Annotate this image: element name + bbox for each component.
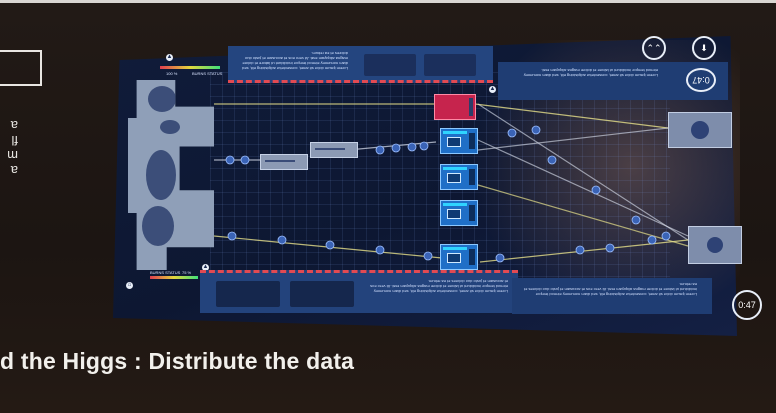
dock-text: Lorem ipsum dolor sit amet, consectetur … <box>370 279 508 294</box>
packet <box>391 143 401 153</box>
processor-2[interactable] <box>440 164 478 190</box>
node-bars <box>315 148 345 150</box>
status-bar-bottom <box>150 276 198 279</box>
packet <box>277 235 287 245</box>
packet <box>419 141 429 151</box>
status-label-top: BURNS STATUS <box>192 71 223 76</box>
info-panel: Lorem ipsum dolor sit amet, consectetur … <box>512 278 712 314</box>
double-chevron-icon[interactable]: ⌃⌃ <box>642 36 666 60</box>
status-label-bottom: BURNS STATUS <box>150 270 181 275</box>
top-slot-1[interactable] <box>364 54 416 76</box>
data-cluster <box>148 86 176 112</box>
caption-text: d the Higgs : Distribute the data <box>0 348 355 374</box>
packet <box>575 245 585 255</box>
destination-disc <box>707 237 723 253</box>
truck-icon <box>447 173 461 183</box>
trigger-node[interactable] <box>434 94 476 120</box>
link-proc-dest-3 <box>477 103 689 241</box>
truck-icon <box>447 137 461 147</box>
node-bars <box>265 160 295 162</box>
right-top-panel: Lorem ipsum dolor sit amet, consectetur … <box>498 62 728 100</box>
bottom-dock: Lorem ipsum dolor sit amet, consectetur … <box>200 270 518 313</box>
packet <box>225 155 235 165</box>
packet <box>227 231 237 241</box>
packet <box>375 245 385 255</box>
dock-slot-2[interactable] <box>290 281 354 307</box>
packet <box>591 185 601 195</box>
destination-bottom[interactable] <box>688 226 742 264</box>
photo-background: a m fl a Lorem ipsum dolor sit amet, con… <box>0 0 776 413</box>
packet <box>407 142 417 152</box>
filter-node-2[interactable] <box>310 142 358 158</box>
top-slot-2[interactable] <box>424 54 476 76</box>
timer-bottom: 0:47 <box>732 290 762 320</box>
link-proc-dest-1 <box>477 139 689 237</box>
packet <box>507 128 517 138</box>
truck-icon <box>447 209 461 219</box>
truck-icon <box>447 253 461 263</box>
packet <box>631 215 641 225</box>
info-text: Lorem ipsum dolor sit amet, consectetur … <box>524 282 697 297</box>
timer-top: 0:47 <box>686 68 716 92</box>
top-panel: Lorem ipsum dolor sit amet, consectetur … <box>228 46 493 83</box>
detector-top-toggle[interactable]: ▲ <box>166 54 173 61</box>
home-icon[interactable]: ⌂ <box>126 282 133 289</box>
node-led <box>469 98 473 116</box>
packet <box>375 145 385 155</box>
processor-4[interactable] <box>440 244 478 270</box>
packet <box>240 155 250 165</box>
top-panel-toggle[interactable]: ▲ <box>489 86 496 93</box>
packet <box>647 235 657 245</box>
destination-top[interactable] <box>668 112 732 148</box>
data-cluster <box>146 150 176 200</box>
status-percent-top: 100 % <box>166 71 178 76</box>
top-panel-text: Lorem ipsum dolor sit amet, consectetur … <box>242 51 348 71</box>
processor-1[interactable] <box>440 128 478 154</box>
packet <box>605 243 615 253</box>
packet <box>423 251 433 261</box>
packet <box>325 240 335 250</box>
status-percent-bottom: 75 % <box>182 270 192 275</box>
link-proc-dest-2 <box>477 184 689 247</box>
right-top-text: Lorem ipsum dolor sit amet, consectetur … <box>523 68 658 78</box>
link-red-dest <box>474 103 669 129</box>
packet <box>495 253 505 263</box>
download-arrow-icon[interactable]: ⬇ <box>692 36 716 60</box>
packet <box>661 231 671 241</box>
destination-disc <box>691 121 709 139</box>
packet <box>531 125 541 135</box>
dock-slot-1[interactable] <box>216 281 280 307</box>
packet <box>547 155 557 165</box>
processor-3[interactable] <box>440 200 478 226</box>
data-cluster <box>160 120 180 134</box>
status-bar-top <box>160 66 220 69</box>
data-cluster <box>142 206 174 246</box>
filter-node-1[interactable] <box>260 154 308 170</box>
link-upper-dest <box>477 127 669 151</box>
